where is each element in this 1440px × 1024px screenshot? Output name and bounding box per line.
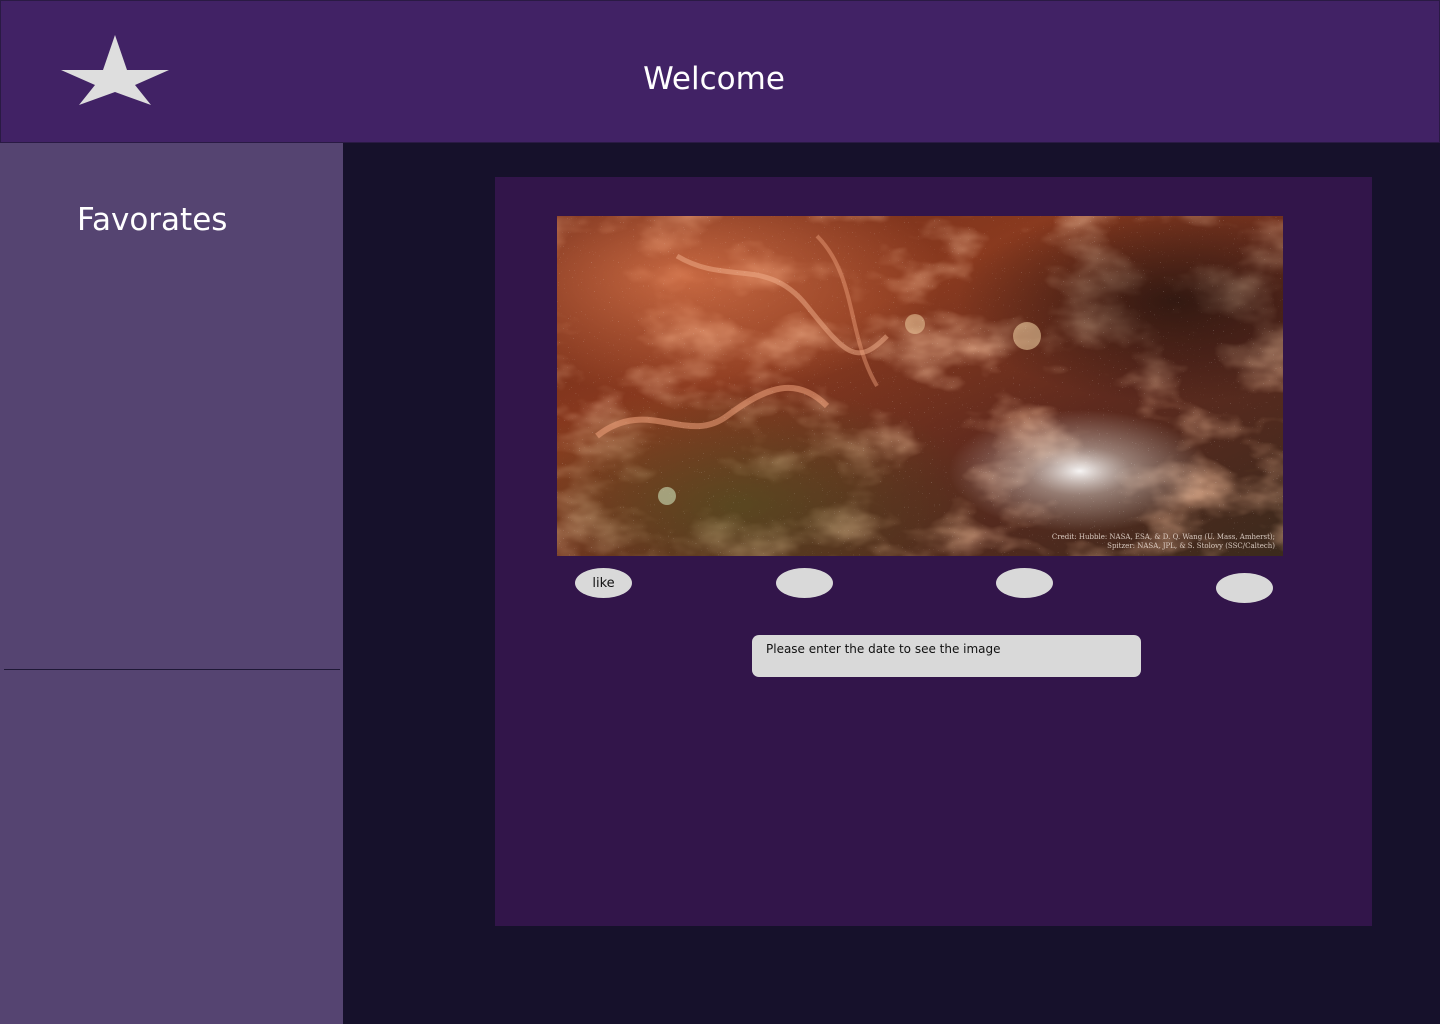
favorites-sidebar: Favorates [0, 143, 343, 1024]
credit-line-1: Credit: Hubble: NASA, ESA, & D. Q. Wang … [1051, 533, 1275, 541]
like-button[interactable]: like [575, 568, 632, 598]
sidebar-divider [4, 669, 340, 670]
page-title: Welcome [643, 61, 785, 97]
app-header: Welcome [0, 0, 1440, 143]
space-image: Credit: Hubble: NASA, ESA, & D. Q. Wang … [557, 216, 1283, 556]
action-button-4[interactable] [1216, 573, 1273, 603]
date-input[interactable]: Please enter the date to see the image [752, 635, 1141, 677]
action-button-3[interactable] [996, 568, 1053, 598]
action-button-2[interactable] [776, 568, 833, 598]
image-card: Credit: Hubble: NASA, ESA, & D. Q. Wang … [495, 177, 1372, 926]
credit-line-2: Spitzer: NASA, JPL, & S. Stolovy (SSC/Ca… [1107, 542, 1275, 550]
sidebar-title: Favorates [77, 202, 228, 238]
image-credit: Credit: Hubble: NASA, ESA, & D. Q. Wang … [1052, 533, 1275, 551]
nebula-image [557, 216, 1283, 556]
